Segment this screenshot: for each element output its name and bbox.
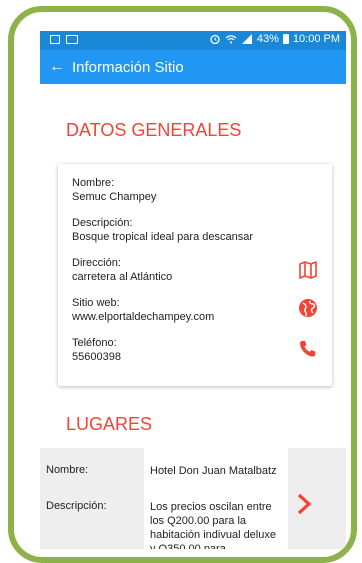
website-value[interactable]: www.elportaldechampey.com: [72, 310, 214, 324]
message-icon: [66, 35, 78, 44]
wifi-icon: [225, 35, 237, 44]
battery-icon: [282, 34, 289, 44]
general-section-title: DATOS GENERALES: [66, 120, 242, 140]
place-name-value: Hotel Don Juan Matalbatz: [150, 465, 277, 477]
phone-label: Teléfono:: [72, 337, 117, 349]
notification-icon: [50, 35, 60, 44]
places-section-title: LUGARES: [66, 414, 153, 434]
address-value: carretera al Atlántico: [72, 271, 173, 283]
general-info-card: Nombre: Semuc Champey Descripción: Bosqu…: [58, 164, 332, 386]
name-field: Nombre: Semuc Champey: [72, 176, 156, 204]
address-field: Dirección: carretera al Atlántico: [72, 256, 172, 284]
signal-icon: [241, 34, 252, 44]
phone-icon[interactable]: [298, 339, 318, 359]
address-label: Dirección:: [72, 257, 121, 269]
app-bar: ← Información Sitio: [40, 50, 346, 84]
website-label: Sitio web:: [72, 297, 120, 309]
back-arrow-icon[interactable]: ←: [42, 58, 72, 76]
clock: 10:00 PM: [292, 33, 340, 45]
globe-icon[interactable]: [298, 298, 318, 318]
description-label: Descripción:: [72, 217, 133, 229]
map-icon[interactable]: [298, 260, 318, 280]
battery-percent: 43%: [256, 33, 279, 45]
page-title: Información Sitio: [72, 58, 184, 76]
description-field: Descripción: Bosque tropical ideal para …: [72, 216, 253, 244]
phone-screen: 43% 10:00 PM ← Información Sitio DATOS G…: [40, 31, 346, 549]
website-field: Sitio web: www.elportaldechampey.com: [72, 296, 214, 324]
phone-value[interactable]: 55600398: [72, 350, 121, 364]
name-value: Semuc Champey: [72, 191, 157, 203]
status-bar: 43% 10:00 PM: [40, 31, 346, 50]
place-description-label: Descripción:: [46, 500, 107, 512]
name-label: Nombre:: [72, 177, 115, 189]
phone-field: Teléfono: 55600398: [72, 336, 121, 364]
alarm-icon: [210, 34, 220, 44]
place-description-value: Los precios oscilan entre los Q200.00 pa…: [150, 501, 276, 549]
green-frame: 43% 10:00 PM ← Información Sitio DATOS G…: [8, 6, 357, 563]
place-name-label: Nombre:: [46, 464, 89, 476]
chevron-right-icon[interactable]: [296, 493, 312, 515]
description-value: Bosque tropical ideal para descansar: [72, 231, 254, 243]
